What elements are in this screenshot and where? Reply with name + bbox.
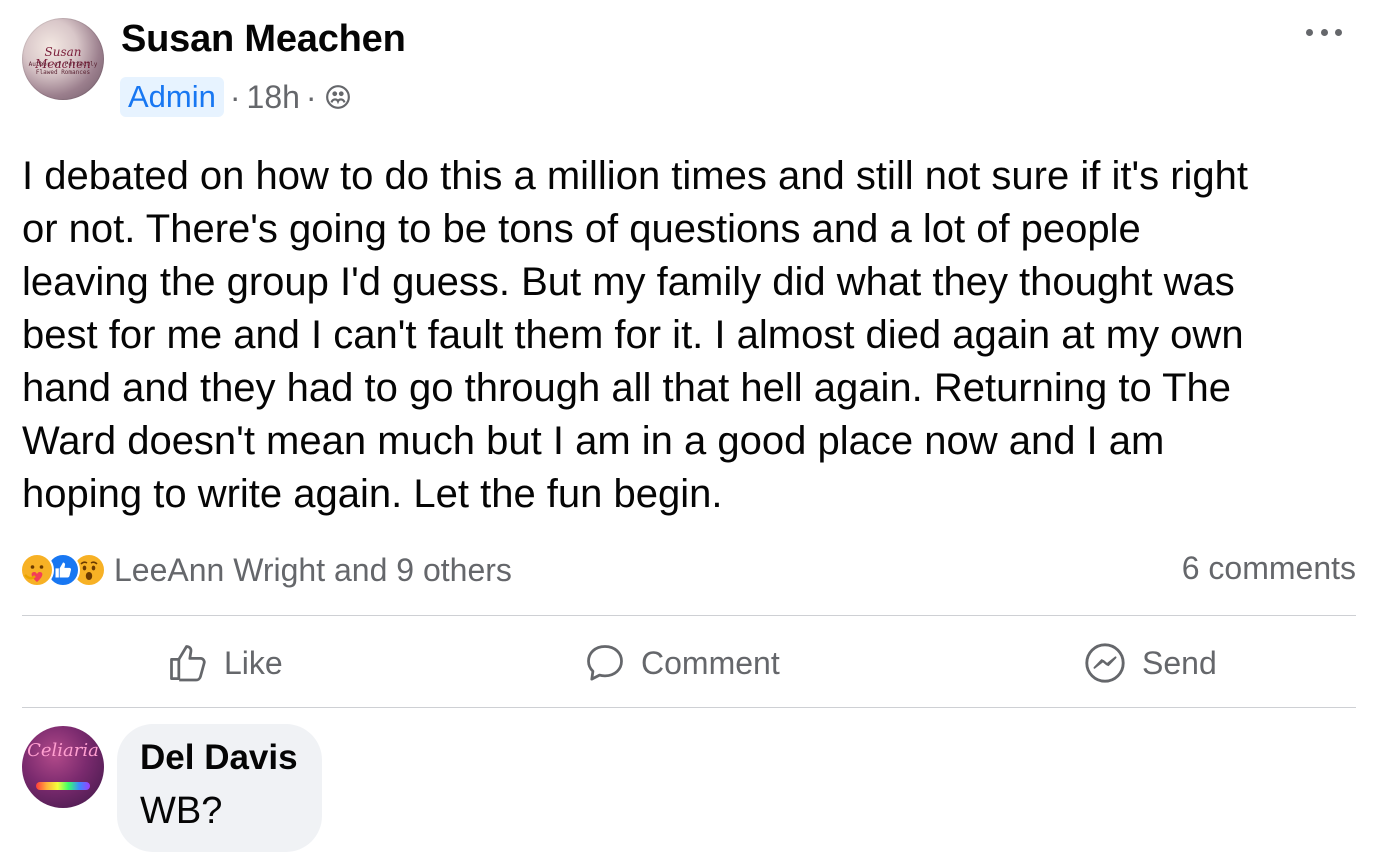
post-text-line: hand and they had to go through all that… [22,366,1232,410]
post-text: I debated on how to do this a million ti… [22,150,1362,521]
send-button[interactable]: Send [1082,638,1217,688]
post-card: Susan Meachen Author of Perfectly Flawed… [0,0,1376,858]
admin-badge[interactable]: Admin [120,77,224,117]
reaction-icons [20,553,106,587]
more-dot [1335,28,1342,36]
reaction-names[interactable]: LeeAnn Wright and 9 others [114,552,512,589]
post-text-line: hoping to write again. Let the fun begin… [22,472,723,516]
post-text-line: Ward doesn't mean much but I am in a goo… [22,419,1165,463]
post-text-line: leaving the group I'd guess. But my fami… [22,260,1235,304]
comment-icon [587,645,623,681]
post-text-line: best for me and I can't fault them for i… [22,313,1244,357]
meta-separator-2: · [305,78,317,115]
avatar-subtitle-text: Author of Perfectly [28,61,98,68]
author-avatar[interactable]: Susan Meachen Author of Perfectly Flawed… [22,18,104,100]
post-text-line: or not. There's going to be tons of ques… [22,207,1141,251]
author-name[interactable]: Susan Meachen [121,18,406,61]
commenter-avatar[interactable]: Celiaria [22,726,104,808]
divider [22,707,1356,708]
more-options-icon[interactable] [1306,22,1342,42]
care-reaction-icon [20,553,54,587]
commenter-avatar-text: Celiaria [27,740,99,761]
avatar-subtitle-text-2: Flawed Romances [35,69,91,76]
more-dot [1320,28,1328,36]
divider [22,615,1356,616]
avatar-rainbow-decoration [36,782,90,790]
comment-button[interactable]: Comment [583,638,780,688]
post-time[interactable]: 18h [247,79,300,116]
thumbs-up-icon [170,645,206,682]
like-label: Like [224,644,283,681]
meta-separator: · [229,78,241,115]
post-text-line: I debated on how to do this a million ti… [22,154,1249,198]
group-icon [325,85,350,109]
reactions-summary[interactable]: LeeAnn Wright and 9 others [20,548,512,592]
comment-text: WB? [140,790,223,832]
post-meta: Admin · 18h · [120,76,351,118]
comment-count[interactable]: 6 comments [1182,550,1356,587]
messenger-icon [1085,643,1125,683]
send-label: Send [1142,644,1217,681]
comment-label: Comment [641,644,780,681]
commenter-name[interactable]: Del Davis [140,738,298,778]
more-dot [1306,28,1313,36]
like-button[interactable]: Like [166,638,283,688]
